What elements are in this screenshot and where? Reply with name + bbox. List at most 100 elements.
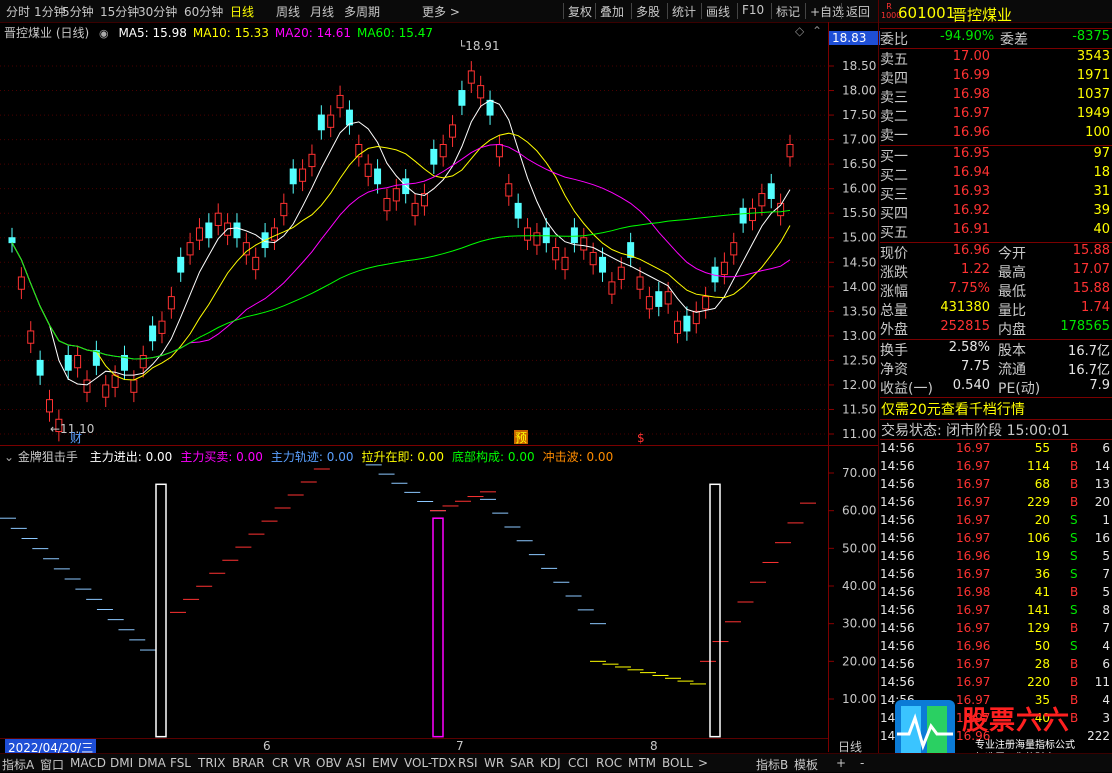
- indicator-tab-0[interactable]: 指标A: [2, 756, 34, 773]
- indicator-tab-22[interactable]: >: [698, 756, 708, 770]
- candle-body: [233, 222, 241, 239]
- price-tick-label: 17.50: [842, 108, 876, 122]
- up-arrow-icon[interactable]: ⌃: [812, 24, 822, 38]
- indicator-tab-2[interactable]: MACD: [70, 756, 106, 770]
- indicator-tab-13[interactable]: VOL-TDX: [404, 756, 456, 770]
- indicator-tab-11[interactable]: ASI: [346, 756, 365, 770]
- indicator-tab-1[interactable]: 窗口: [40, 756, 64, 773]
- zoom-in-button[interactable]: +: [836, 756, 846, 770]
- trade-row: 14:56 16.96 50 S 4: [880, 638, 1112, 656]
- period-tab-2[interactable]: 5分钟: [62, 3, 94, 20]
- toolbar-button-0[interactable]: 复权: [568, 3, 592, 20]
- toolbar-button-7[interactable]: +自选: [810, 3, 844, 20]
- indicator-tab-19[interactable]: ROC: [596, 756, 622, 770]
- toolbar-button-3[interactable]: 统计: [672, 3, 696, 20]
- indicator-tab-10[interactable]: OBV: [316, 756, 342, 770]
- diamond-icon[interactable]: ◇: [795, 24, 804, 38]
- indicator-tab-15[interactable]: WR: [484, 756, 504, 770]
- candle-body: [730, 242, 738, 256]
- indicator-tab-12[interactable]: EMV: [372, 756, 398, 770]
- indicator-tab-23[interactable]: 指标B: [756, 756, 788, 773]
- indicator-tab-21[interactable]: BOLL: [662, 756, 693, 770]
- indicator-tick-label: 70.00: [842, 466, 876, 480]
- dividend-marker[interactable]: $: [637, 431, 645, 445]
- commission-diff-label: 委差: [1000, 32, 1028, 48]
- fundamental-label: 净资: [880, 362, 908, 378]
- bids-row: 买四 16.92 39: [880, 203, 1112, 222]
- indicator-tab-24[interactable]: 模板: [794, 756, 818, 773]
- indicator-tab-4[interactable]: DMA: [138, 756, 166, 770]
- forecast-marker[interactable]: 预: [515, 431, 527, 445]
- trade-row: 14:56 16.97 36 S 7: [880, 566, 1112, 584]
- trade-price: 16.96: [956, 549, 991, 563]
- indicator-tab-16[interactable]: SAR: [510, 756, 534, 770]
- candle-body: [74, 354, 82, 369]
- promo-link[interactable]: 仅需20元查看千档行情: [881, 399, 1025, 419]
- toolbar-button-8[interactable]: 返回: [846, 3, 870, 20]
- fundamental-value: 16.7亿: [1068, 344, 1110, 359]
- toolbar-separator: [667, 3, 668, 19]
- right-panel-border: [878, 0, 879, 753]
- date-axis: 2022/04/20/三 6 7 8: [0, 738, 828, 756]
- period-tab-0[interactable]: 分时: [6, 3, 30, 20]
- candle-body: [458, 90, 466, 106]
- candle-body: [439, 144, 447, 158]
- period-tab-9[interactable]: 多周期: [344, 3, 380, 20]
- indicator-tab-9[interactable]: VR: [294, 756, 311, 770]
- period-tab-8[interactable]: 月线: [310, 3, 334, 20]
- bids-volume: 31: [1093, 184, 1110, 199]
- candle-body: [327, 114, 335, 128]
- quote-row: 涨幅 7.75% 最低 15.88: [880, 281, 1112, 300]
- toolbar-separator: [631, 3, 632, 19]
- indicator-tab-3[interactable]: DMI: [110, 756, 133, 770]
- toolbar-button-6[interactable]: 标记: [776, 3, 800, 20]
- period-tab-6[interactable]: 日线: [230, 3, 254, 20]
- eye-icon[interactable]: ◉: [99, 27, 109, 40]
- candle-body: [580, 237, 588, 251]
- candle-body: [683, 315, 691, 332]
- quote-value: 15.88: [1072, 243, 1110, 258]
- asks-volume: 3543: [1076, 49, 1110, 64]
- candle-body: [533, 232, 541, 246]
- asks-row: 卖五 17.00 3543: [880, 49, 1112, 68]
- asks-volume: 1971: [1076, 68, 1110, 83]
- candle-body: [158, 320, 166, 334]
- financial-report-marker[interactable]: 财: [70, 431, 82, 445]
- period-tab-5[interactable]: 60分钟: [184, 3, 223, 20]
- indicator-tab-7[interactable]: BRAR: [232, 756, 265, 770]
- candle-body: [205, 222, 213, 239]
- period-tab-3[interactable]: 15分钟: [100, 3, 139, 20]
- price-tick-label: 13.50: [842, 304, 876, 318]
- trade-count: 20: [1094, 495, 1110, 509]
- candle-body: [92, 350, 100, 366]
- indicator-tab-18[interactable]: CCI: [568, 756, 588, 770]
- trade-count: 13: [1094, 477, 1110, 491]
- price-tick-label: 15.50: [842, 206, 876, 220]
- toolbar-button-2[interactable]: 多股: [636, 3, 660, 20]
- indicator-tab-20[interactable]: MTM: [628, 756, 656, 770]
- candle-body: [317, 114, 325, 131]
- period-tab-4[interactable]: 30分钟: [138, 3, 177, 20]
- indicator-tab-14[interactable]: RSI: [458, 756, 478, 770]
- indicator-tab-5[interactable]: FSL: [170, 756, 191, 770]
- period-tab-10[interactable]: 更多 >: [422, 3, 460, 20]
- trade-volume: 68: [1034, 477, 1050, 491]
- watermark-logo-icon: [895, 700, 955, 760]
- toolbar-button-1[interactable]: 叠加: [600, 3, 624, 20]
- asks-volume: 1949: [1076, 106, 1110, 121]
- quote-value: 7.75%: [948, 281, 990, 296]
- price-tick-label: 13.00: [842, 329, 876, 343]
- indicator-tab-17[interactable]: KDJ: [540, 756, 561, 770]
- indicator-tab-6[interactable]: TRIX: [198, 756, 225, 770]
- trade-price: 16.97: [956, 459, 991, 473]
- price-tick-label: 11.00: [842, 427, 876, 441]
- period-tab-7[interactable]: 周线: [276, 3, 300, 20]
- zoom-out-button[interactable]: -: [860, 756, 864, 770]
- toolbar-button-4[interactable]: 画线: [706, 3, 730, 20]
- period-tab-1[interactable]: 1分钟: [34, 3, 66, 20]
- candle-body: [505, 183, 513, 197]
- indicator-tick-label: 50.00: [842, 541, 876, 555]
- indicator-tab-8[interactable]: CR: [272, 756, 289, 770]
- toolbar-button-5[interactable]: F10: [742, 3, 764, 17]
- stock-header: R 1000 601001 晋控煤业: [880, 0, 1112, 28]
